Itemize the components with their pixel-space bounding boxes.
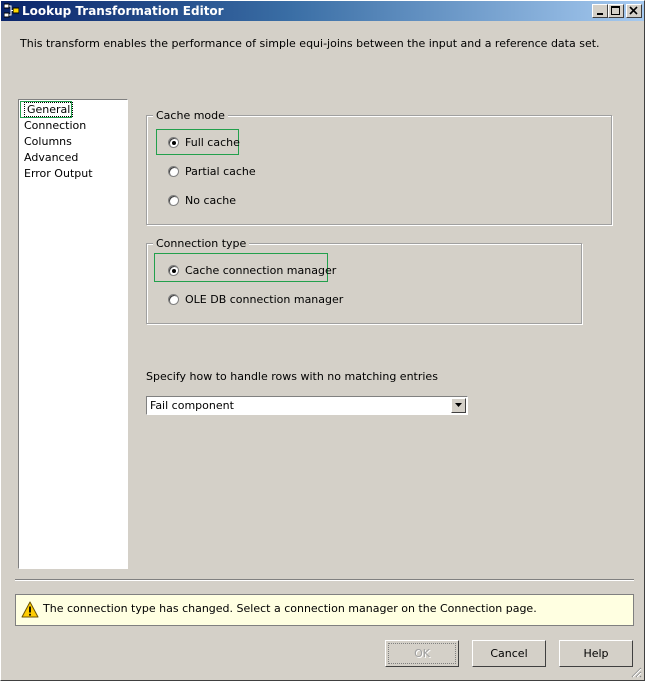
cancel-label: Cancel xyxy=(490,647,528,660)
cache-connection-manager-label: Cache connection manager xyxy=(185,264,337,277)
minimize-icon xyxy=(597,13,603,15)
page-navigation-list[interactable]: General Connection Columns Advanced Erro… xyxy=(18,99,128,569)
radio-unchecked-icon xyxy=(168,195,179,206)
chevron-down-icon xyxy=(455,403,462,407)
nav-item-columns[interactable]: Columns xyxy=(24,135,72,149)
radio-checked-icon xyxy=(168,137,179,148)
help-button[interactable]: Help xyxy=(559,640,633,667)
radio-unchecked-icon xyxy=(168,294,179,305)
nav-item-label: General xyxy=(24,102,74,117)
no-match-prompt: Specify how to handle rows with no match… xyxy=(146,370,438,383)
partial-cache-label: Partial cache xyxy=(185,165,256,178)
cancel-button[interactable]: Cancel xyxy=(472,640,546,667)
radio-checked-icon xyxy=(168,265,179,276)
maximize-button[interactable] xyxy=(608,4,624,18)
title-bar[interactable]: Lookup Transformation Editor xyxy=(1,1,644,21)
lookup-editor-window: Lookup Transformation Editor This transf… xyxy=(0,0,645,681)
window-title: Lookup Transformation Editor xyxy=(22,4,224,18)
nav-item-general[interactable]: General xyxy=(20,101,74,118)
maximize-icon xyxy=(611,6,620,15)
no-match-dropdown[interactable]: Fail component xyxy=(146,396,468,415)
dropdown-button[interactable] xyxy=(451,398,466,413)
message-bar: The connection type has changed. Select … xyxy=(15,594,634,626)
separator xyxy=(15,579,634,581)
nav-item-advanced[interactable]: Advanced xyxy=(24,151,78,165)
full-cache-label: Full cache xyxy=(185,136,240,149)
nav-item-error-output[interactable]: Error Output xyxy=(24,167,93,181)
minimize-button[interactable] xyxy=(592,4,608,18)
lookup-transform-icon xyxy=(4,3,19,18)
focus-rect xyxy=(388,643,456,664)
oledb-connection-manager-label: OLE DB connection manager xyxy=(185,293,344,306)
help-label: Help xyxy=(583,647,609,660)
radio-unchecked-icon xyxy=(168,166,179,177)
close-button[interactable] xyxy=(626,4,642,18)
ok-button[interactable]: OK xyxy=(385,640,459,667)
cache-mode-legend: Cache mode xyxy=(153,109,228,122)
no-cache-label: No cache xyxy=(185,194,237,207)
close-icon xyxy=(629,6,638,15)
transform-description: This transform enables the performance o… xyxy=(20,37,600,50)
warning-icon xyxy=(21,601,39,618)
connection-type-legend: Connection type xyxy=(153,237,250,250)
no-match-selected-value: Fail component xyxy=(150,399,234,412)
message-text: The connection type has changed. Select … xyxy=(43,602,537,615)
resize-grip-icon[interactable] xyxy=(630,666,642,678)
nav-item-connection[interactable]: Connection xyxy=(24,119,86,133)
